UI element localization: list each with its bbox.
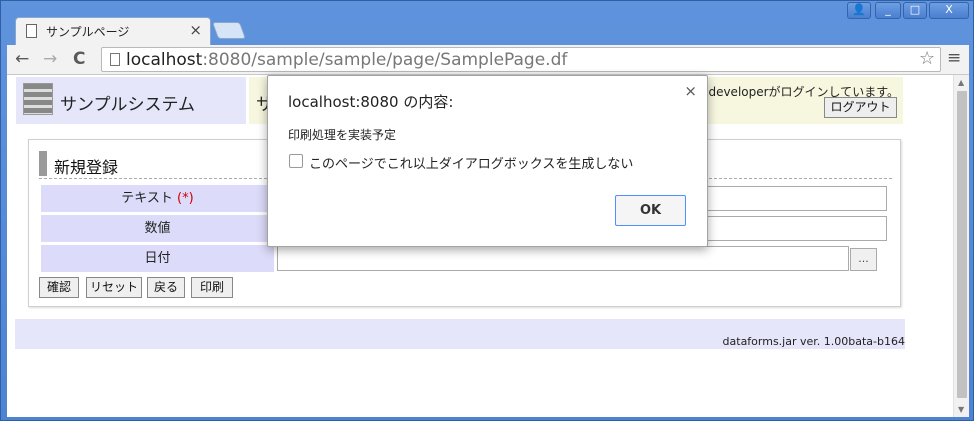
- dialog-title: localhost:8080 の内容:: [288, 93, 454, 111]
- tab-title: サンプルページ: [46, 25, 130, 39]
- system-name: サンプルシステム: [60, 95, 195, 115]
- number-field-label: 数値: [41, 215, 274, 242]
- number-field-label-text: 数値: [144, 221, 171, 236]
- menu-icon[interactable]: ≡: [947, 48, 961, 68]
- reload-button[interactable]: C: [73, 49, 85, 69]
- suppress-dialogs-label[interactable]: このページでこれ以上ダイアログボックスを生成しない: [309, 153, 633, 172]
- browser-window: サンプルページ × 👤 _ □ X ← → C localhost:8080/s…: [0, 0, 974, 421]
- bookmark-star-icon[interactable]: ☆: [919, 48, 935, 69]
- text-field-label-text: テキスト: [121, 191, 173, 206]
- back-page-button[interactable]: 戻る: [147, 277, 185, 298]
- date-field-label: 日付: [41, 245, 274, 272]
- version-text: dataforms.jar ver. 1.00bata-b164: [722, 335, 905, 348]
- close-window-button[interactable]: X: [929, 2, 969, 19]
- required-mark: (*): [177, 191, 194, 206]
- new-tab-button[interactable]: [211, 22, 247, 39]
- ok-button[interactable]: OK: [615, 195, 686, 226]
- back-button[interactable]: ←: [15, 49, 29, 69]
- text-field-label: テキスト (*): [41, 185, 274, 212]
- url-path: :8080/sample/sample/page/SamplePage.df: [202, 50, 568, 70]
- user-profile-button[interactable]: 👤: [847, 2, 871, 19]
- date-field-label-text: 日付: [144, 251, 171, 266]
- alert-dialog: localhost:8080 の内容: × 印刷処理を実装予定 このページでこれ…: [267, 75, 708, 247]
- panel-title-marker: [39, 151, 47, 176]
- url-host: localhost: [126, 50, 203, 70]
- page-icon: [110, 53, 120, 66]
- scroll-down-icon[interactable]: ▼: [958, 405, 964, 414]
- footer: dataforms.jar ver. 1.00bata-b164: [15, 319, 905, 349]
- forward-button[interactable]: →: [43, 49, 57, 69]
- address-bar[interactable]: localhost:8080/sample/sample/page/Sample…: [101, 47, 941, 72]
- suppress-dialogs-checkbox[interactable]: [289, 154, 303, 168]
- confirm-button[interactable]: 確認: [39, 277, 79, 298]
- print-button[interactable]: 印刷: [191, 277, 233, 298]
- tab-close-icon[interactable]: ×: [189, 21, 202, 39]
- vertical-scrollbar[interactable]: ▲ ▼: [953, 75, 969, 417]
- scrollbar-thumb[interactable]: [957, 91, 967, 398]
- date-picker-button[interactable]: ...: [850, 248, 877, 271]
- browser-tab[interactable]: サンプルページ ×: [15, 17, 211, 45]
- panel-title: 新規登録: [54, 158, 119, 177]
- minimize-button[interactable]: _: [875, 2, 901, 19]
- page-icon: [26, 24, 37, 38]
- dialog-message: 印刷処理を実装予定: [288, 128, 397, 142]
- reset-button[interactable]: リセット: [86, 277, 142, 298]
- maximize-button[interactable]: □: [903, 2, 927, 19]
- url-text: localhost:8080/sample/sample/page/Sample…: [126, 50, 567, 70]
- scroll-up-icon[interactable]: ▲: [958, 78, 964, 87]
- system-logo-icon: [23, 83, 53, 115]
- date-field-input[interactable]: [277, 246, 849, 271]
- dialog-close-icon[interactable]: ×: [684, 82, 697, 100]
- logout-button[interactable]: ログアウト: [824, 97, 897, 118]
- browser-toolbar: ← → C localhost:8080/sample/sample/page/…: [7, 45, 969, 75]
- system-header: サンプルシステム: [16, 77, 246, 124]
